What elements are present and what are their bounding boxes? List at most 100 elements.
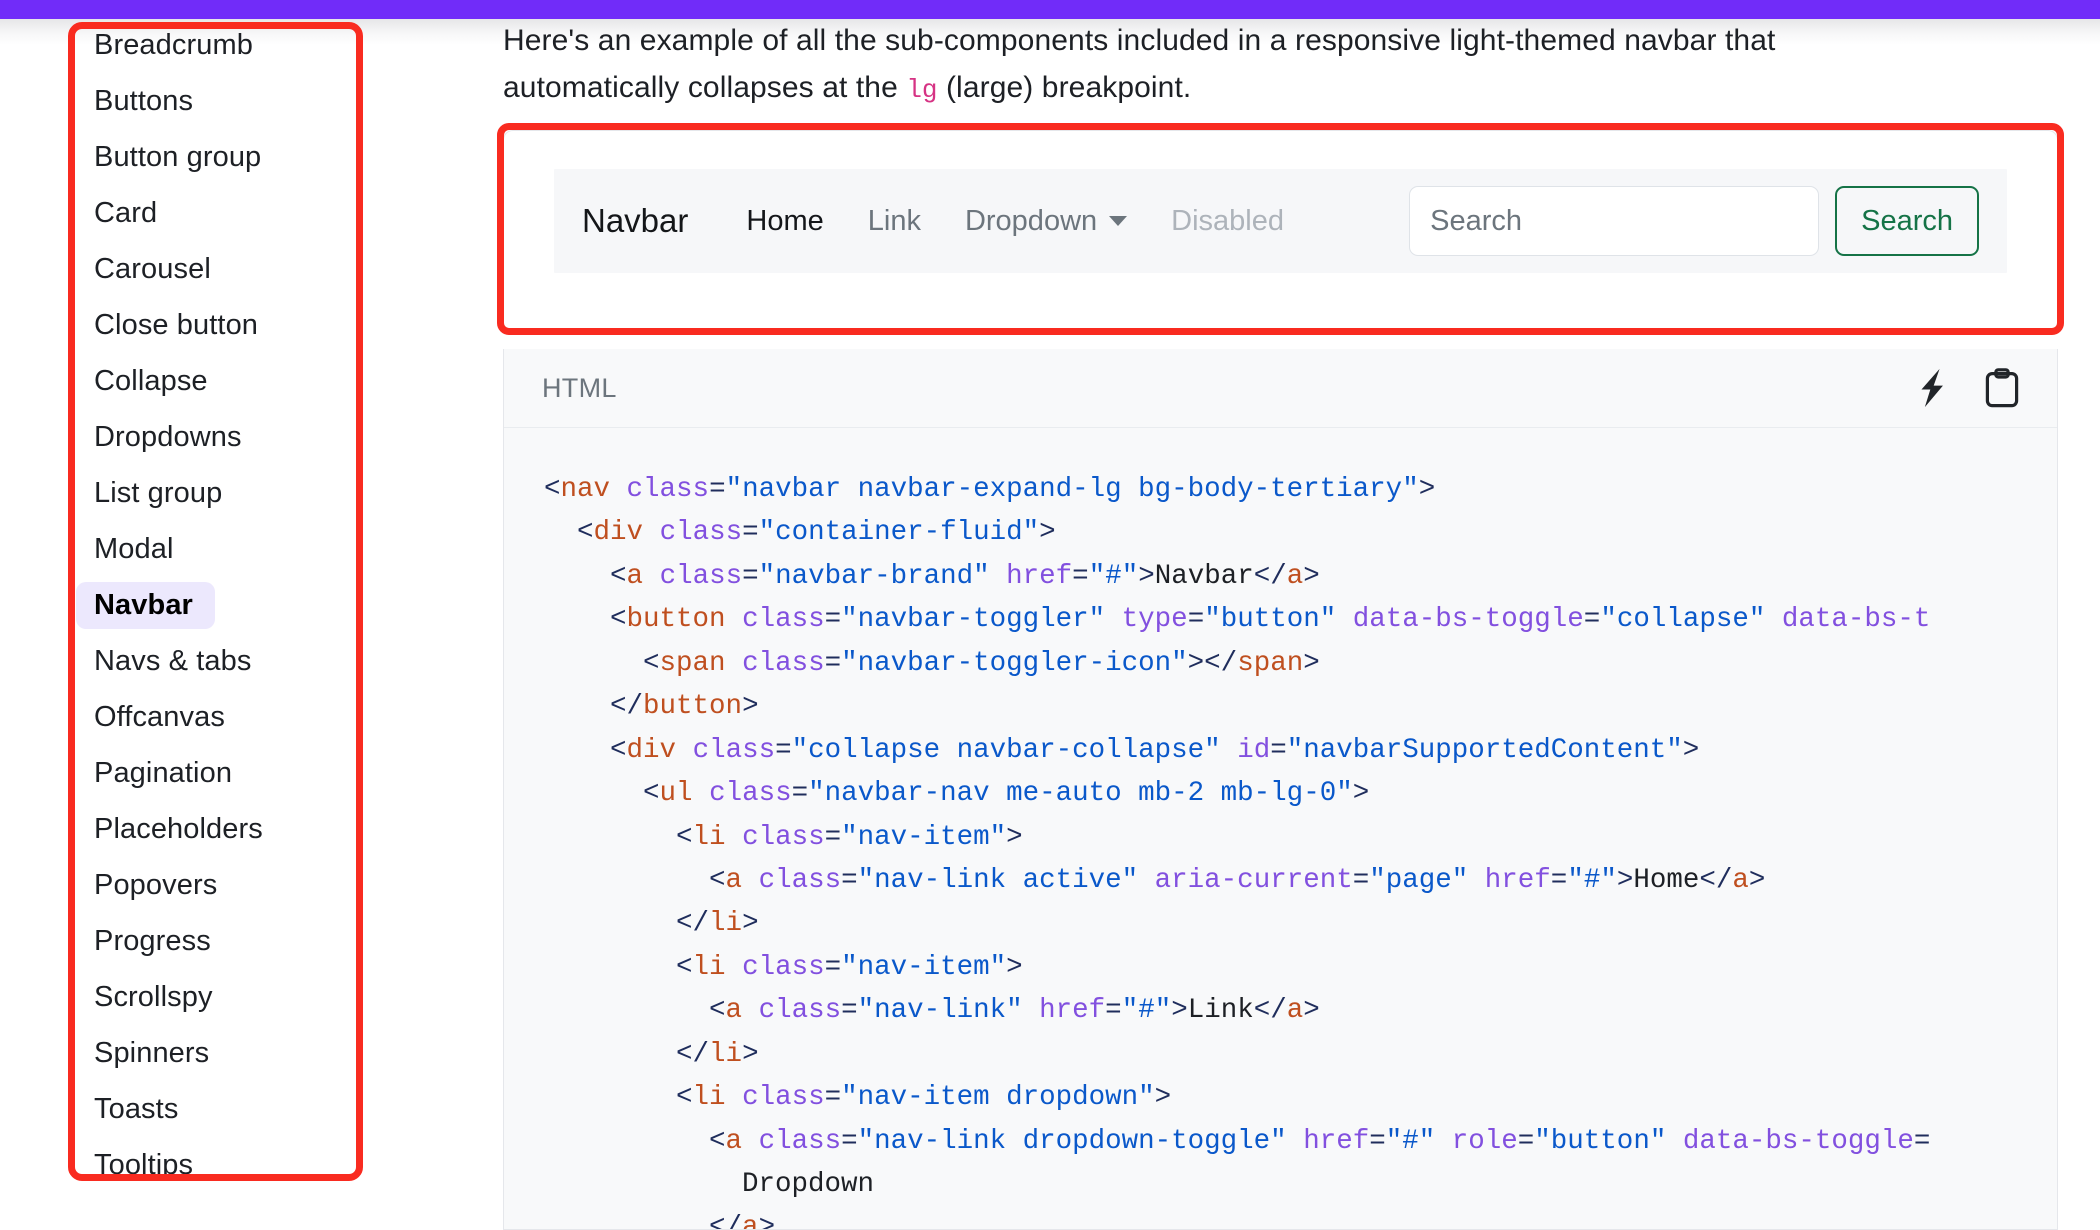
code-token: </ xyxy=(709,1212,743,1230)
code-token: "navbar-toggler-icon" xyxy=(841,647,1188,679)
code-token: > xyxy=(742,691,759,723)
clipboard-icon[interactable] xyxy=(1985,368,2019,408)
code-token: > xyxy=(1171,995,1188,1027)
sidebar-item-close-button[interactable]: Close button xyxy=(76,302,376,349)
code-token: < xyxy=(709,1125,726,1157)
code-token: = xyxy=(1105,995,1122,1027)
sidebar-item-placeholders[interactable]: Placeholders xyxy=(76,806,376,853)
clipboard-icon-glyph xyxy=(1985,368,2019,408)
navbar-link-label: Dropdown xyxy=(964,204,1098,237)
sidebar-item-modal[interactable]: Modal xyxy=(76,526,376,573)
code-token: = xyxy=(824,647,842,679)
code-token: Dropdown xyxy=(544,1169,875,1200)
code-token: = xyxy=(791,778,809,810)
sidebar-item-wrapper: Close button xyxy=(76,302,376,349)
code-token: data-bs-t xyxy=(1781,604,1931,636)
sidebar-item-collapse[interactable]: Collapse xyxy=(76,358,376,405)
code-token: aria-current xyxy=(1154,864,1353,896)
sidebar-item-offcanvas[interactable]: Offcanvas xyxy=(76,694,376,741)
code-token: "nav-link active" xyxy=(857,864,1139,896)
sidebar-item-buttons[interactable]: Buttons xyxy=(76,78,376,125)
navbar-link-home[interactable]: Home xyxy=(724,205,845,237)
code-token: data-bs-toggle xyxy=(1352,604,1584,636)
code-token: li xyxy=(709,1038,743,1070)
code-token: a xyxy=(1732,864,1749,896)
sidebar-item-wrapper: Scrollspy xyxy=(76,974,376,1021)
lightning-icon[interactable] xyxy=(1915,368,1949,408)
sidebar-item-dropdowns[interactable]: Dropdowns xyxy=(76,414,376,461)
code-token: button xyxy=(626,604,726,636)
code-token: = xyxy=(1270,734,1287,766)
code-token: class xyxy=(742,647,825,679)
chevron-down-icon xyxy=(1109,216,1128,226)
sidebar-item-button-group[interactable]: Button group xyxy=(76,134,376,181)
code-token: < xyxy=(676,951,693,983)
code-token: "nav-link dropdown-toggle" xyxy=(857,1125,1287,1157)
search-input[interactable] xyxy=(1409,186,1820,256)
code-token: = xyxy=(841,1125,858,1157)
search-button[interactable]: Search xyxy=(1835,186,1979,256)
navbar-link-link[interactable]: Link xyxy=(846,205,943,237)
code-token: > xyxy=(1748,864,1766,896)
code-token: "nav-item" xyxy=(841,951,1007,983)
code-token: href xyxy=(1039,995,1106,1027)
sidebar-item-breadcrumb[interactable]: Breadcrumb xyxy=(76,22,376,69)
sidebar-item-wrapper: Collapse xyxy=(76,358,376,405)
code-token: span xyxy=(1237,647,1304,679)
sidebar-item-toasts[interactable]: Toasts xyxy=(76,1086,376,1133)
code-snippet[interactable]: <nav class="navbar navbar-expand-lg bg-b… xyxy=(504,428,2057,1230)
code-token: "collapse navbar-collapse" xyxy=(791,734,1221,766)
navbar-brand[interactable]: Navbar xyxy=(582,202,688,240)
code-token: < xyxy=(709,864,726,896)
sidebar-item-spinners[interactable]: Spinners xyxy=(76,1030,376,1077)
code-token: class xyxy=(709,778,792,810)
navbar-search-form: Search xyxy=(1409,186,1979,256)
code-token: div xyxy=(626,734,677,766)
sidebar-item-progress[interactable]: Progress xyxy=(76,918,376,965)
sidebar-item-pagination[interactable]: Pagination xyxy=(76,750,376,797)
code-panel: HTML <nav class="navbar navbar-expand-lg… xyxy=(503,349,2058,1230)
sidebar-item-navs-tabs[interactable]: Navs & tabs xyxy=(76,638,376,685)
code-token: < xyxy=(544,474,561,505)
code-token: </ xyxy=(676,1038,710,1070)
code-token: id xyxy=(1237,734,1271,766)
code-token: </ xyxy=(1699,864,1733,896)
sidebar-item-scrollspy[interactable]: Scrollspy xyxy=(76,974,376,1021)
code-token: </ xyxy=(610,691,644,723)
navbar-nav-item: Dropdown xyxy=(943,205,1149,238)
sidebar-item-popovers[interactable]: Popovers xyxy=(76,862,376,909)
code-token: class xyxy=(758,864,842,896)
example-preview-box: Navbar Home Link Dropdown Disabled Search xyxy=(503,130,2058,328)
code-token: ></ xyxy=(1187,647,1238,679)
sidebar-item-card[interactable]: Card xyxy=(76,190,376,237)
navbar-link-dropdown[interactable]: Dropdown xyxy=(943,205,1149,238)
code-token: "#" xyxy=(1567,864,1617,896)
code-token: "navbar-nav me-auto mb-2 mb-lg-0" xyxy=(808,778,1353,810)
main-content: Here's an example of all the sub-compone… xyxy=(497,0,2064,1230)
sidebar-item-wrapper: Spinners xyxy=(76,1030,376,1077)
code-token: a xyxy=(626,560,644,592)
code-token: "navbar-brand" xyxy=(758,560,990,592)
code-token: = xyxy=(775,734,792,766)
code-token: class xyxy=(742,821,825,853)
sidebar-item-tooltips[interactable]: Tooltips xyxy=(76,1142,376,1189)
sidebar-item-carousel[interactable]: Carousel xyxy=(76,246,376,293)
code-token: > xyxy=(1006,951,1023,983)
sidebar-item-list-group[interactable]: List group xyxy=(76,470,376,517)
navbar-nav-list: Home Link Dropdown Disabled xyxy=(724,205,1409,238)
code-token: = xyxy=(1517,1125,1535,1157)
sidebar-item-navbar[interactable]: Navbar xyxy=(76,582,215,629)
